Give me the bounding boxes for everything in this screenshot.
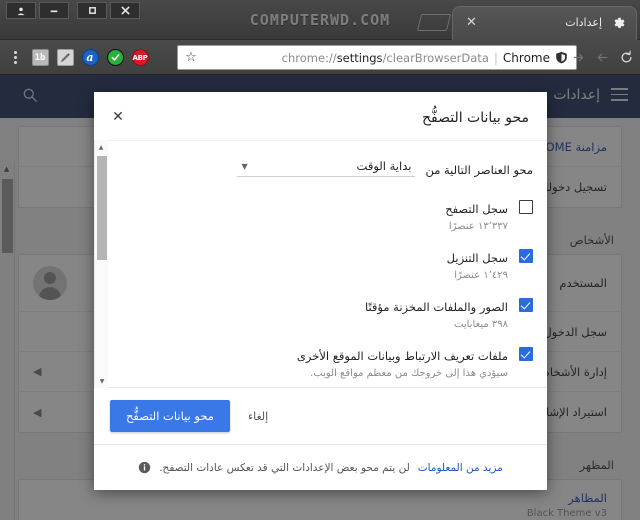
list-item-title: الصور والملفات المخزنة مؤقتًا <box>364 300 508 315</box>
onetab-extension-button[interactable]: 1b <box>29 47 51 69</box>
clear-data-button[interactable]: محو بيانات التصفُّح <box>110 400 230 432</box>
list-item-sub: سيؤدي هذا إلى خروجك من معظم مواقع الويب. <box>310 367 508 379</box>
page-scrollbar[interactable]: ▲ ▼ <box>0 161 15 520</box>
list-item[interactable]: سجل التصفح ١٣٬٣٣٧ عنصرًا <box>110 191 547 240</box>
checkbox-download-history[interactable] <box>519 249 533 264</box>
dialog-actions: محو بيانات التصفُّح إلغاء <box>94 388 547 444</box>
list-item[interactable]: الصور والملفات المخزنة مؤقتًا ٣٩٨ ميغابا… <box>110 289 547 338</box>
dialog-scrollbar-thumb[interactable] <box>97 156 107 260</box>
three-dots-icon <box>13 51 17 64</box>
reload-icon <box>621 50 631 63</box>
list-item-title: سجل التنزيل <box>446 251 508 266</box>
url-divider: | <box>493 50 498 65</box>
dialog-body: محو العناصر التالية من بداية الوقت ▼ سجل… <box>94 140 547 388</box>
title-bar: COMPUTERWD.COM إعدادات ✕ <box>0 0 640 40</box>
hamburger-icon[interactable] <box>611 88 628 105</box>
avast-extension-button[interactable]: a <box>79 47 101 69</box>
browser-toolbar: 1b a ABP ☆ chrome://settings/clearBrowse… <box>0 40 640 75</box>
list-item-text: ملفات تعريف الارتباط وبيانات الموقع الأخ… <box>297 345 508 380</box>
chevron-left-icon: ◀ <box>33 365 42 378</box>
chevron-left-icon: ◀ <box>33 405 42 419</box>
adblock-plus-button[interactable]: ABP <box>129 47 151 69</box>
pen-icon <box>56 49 74 66</box>
site-label: Chrome <box>502 50 550 65</box>
list-item-title: ملفات تعريف الارتباط وبيانات الموقع الأخ… <box>296 349 508 364</box>
url-text: chrome://settings/clearBrowserData <box>282 51 489 65</box>
chrome-menu-button[interactable] <box>4 47 26 69</box>
theme-name: Black Theme v3 <box>526 508 607 519</box>
back-arrow-icon <box>597 53 607 62</box>
scroll-down-arrow-icon[interactable]: ▼ <box>95 374 109 388</box>
time-range-label: محو العناصر التالية من <box>425 163 533 177</box>
dialog-scrollbar[interactable]: ▲ ▼ <box>94 140 108 388</box>
clear-browsing-data-dialog: محو بيانات التصفُّح ✕ محو العناصر التالي… <box>94 92 547 490</box>
tab-close-button[interactable]: ✕ <box>466 16 477 29</box>
list-item-text: الصور والملفات المخزنة مؤقتًا ٣٩٨ ميغابا… <box>365 296 508 331</box>
themes-label: المظاهر <box>568 491 607 505</box>
reload-button[interactable] <box>616 47 636 69</box>
checkbox-browsing-history[interactable] <box>519 200 533 214</box>
checkbox-cookies[interactable] <box>519 347 533 362</box>
checkbox-cached-files[interactable] <box>519 298 533 313</box>
page-title: إعدادات <box>553 87 600 103</box>
browser-window: COMPUTERWD.COM إعدادات ✕ 1b a ABP ☆ chro… <box>0 0 640 520</box>
adblock-plus-icon: ABP <box>131 49 149 66</box>
toolbar-left-group: 1b a ABP <box>4 40 151 75</box>
list-item-sub: ٣٩٨ ميغابايت <box>454 318 508 330</box>
scroll-up-arrow-icon[interactable]: ▲ <box>94 140 108 154</box>
forward-button[interactable] <box>568 47 588 69</box>
chevron-down-icon: ▼ <box>241 161 248 171</box>
bookmark-star-icon[interactable]: ☆ <box>178 51 204 64</box>
list-item[interactable]: سجل التنزيل ١٬٤٢٩ عنصرًا <box>110 240 547 289</box>
dialog-body-inner: محو العناصر التالية من بداية الوقت ▼ سجل… <box>110 141 547 387</box>
avast-icon: a <box>81 49 99 66</box>
check-circle-icon <box>106 49 124 66</box>
back-button[interactable] <box>592 47 612 69</box>
url-display: chrome://settings/clearBrowserData | Chr… <box>204 51 576 65</box>
shield-icon <box>556 51 567 64</box>
address-bar[interactable]: ☆ chrome://settings/clearBrowserData | C… <box>177 45 577 70</box>
avatar <box>33 266 67 300</box>
current-user-label: المستخدم <box>559 276 607 290</box>
list-item[interactable]: ملفات تعريف الارتباط وبيانات الموقع الأخ… <box>110 338 547 387</box>
learn-more-link[interactable]: مزيد من المعلومات <box>418 462 503 474</box>
url-tail: /clearBrowserData <box>382 50 489 65</box>
info-icon <box>139 461 151 474</box>
list-item-sub: ١٬٤٢٩ عنصرًا <box>454 269 508 281</box>
pen-extension-button[interactable] <box>54 47 76 69</box>
list-item-sub: ١٣٬٣٣٧ عنصرًا <box>448 220 508 232</box>
cancel-button[interactable]: إلغاء <box>244 402 272 431</box>
toolbar-right-group <box>568 40 636 75</box>
tab-label: إعدادات <box>565 16 602 29</box>
dialog-footer: مزيد من المعلومات لن يتم محو بعض الإعداد… <box>94 444 547 490</box>
forward-arrow-icon <box>573 53 583 62</box>
list-item-text: سجل التصفح ١٣٬٣٣٧ عنصرًا <box>445 198 508 233</box>
list-item-text: سجل التنزيل ١٬٤٢٩ عنصرًا <box>447 247 508 282</box>
list-item-title: سجل التصفح <box>445 202 508 216</box>
browser-tab-settings[interactable]: إعدادات ✕ <box>452 6 637 40</box>
footer-note: لن يتم محو بعض الإعدادات التي قد تعكس عا… <box>159 461 410 474</box>
onetab-icon: 1b <box>31 49 49 66</box>
check-extension-button[interactable] <box>104 47 126 69</box>
time-range-value: بداية الوقت <box>356 159 412 173</box>
new-tab-button[interactable] <box>416 14 452 31</box>
time-range-select[interactable]: بداية الوقت ▼ <box>237 159 416 177</box>
url-scheme: chrome:// <box>281 50 337 65</box>
page-scrollbar-thumb[interactable] <box>2 179 13 253</box>
search-icon[interactable] <box>22 87 38 103</box>
scroll-up-arrow-icon[interactable]: ▲ <box>0 161 14 176</box>
gear-icon <box>614 17 625 29</box>
time-range-row: محو العناصر التالية من بداية الوقت ▼ <box>110 141 547 183</box>
dialog-close-button[interactable]: ✕ <box>108 107 128 127</box>
url-bold: settings <box>336 50 383 65</box>
data-type-list: سجل التصفح ١٣٬٣٣٧ عنصرًا سجل التنزيل ١٬٤… <box>110 183 547 387</box>
dialog-title: محو بيانات التصفُّح <box>421 110 529 126</box>
